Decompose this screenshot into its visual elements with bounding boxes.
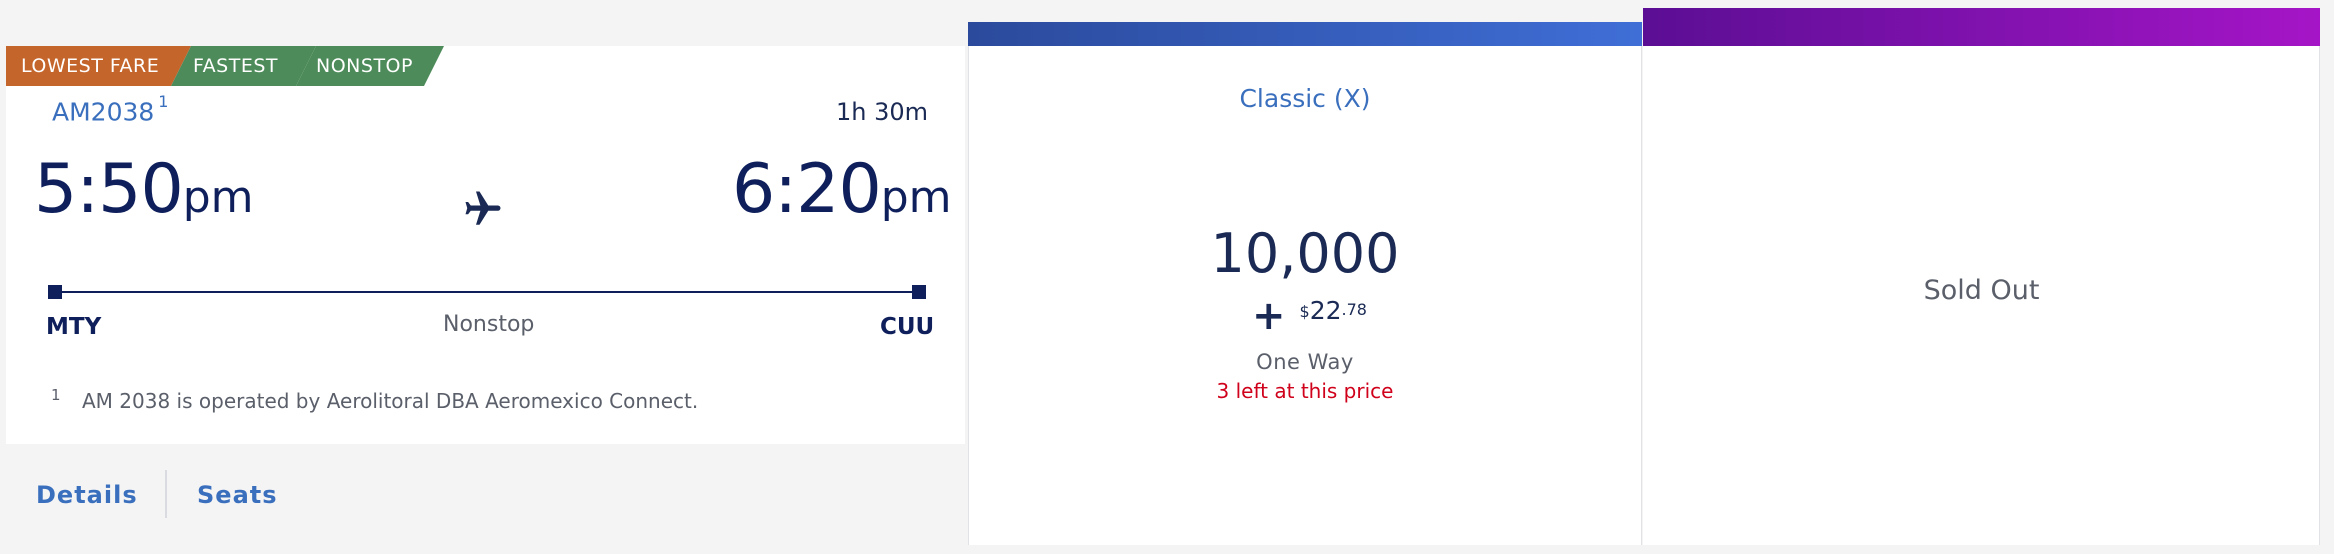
origin-marker	[48, 285, 62, 299]
trip-type: One Way	[1256, 350, 1354, 374]
seats-left-alert: 3 left at this price	[1216, 379, 1394, 403]
departure-time: 5:50pm	[34, 150, 254, 229]
flight-number[interactable]: AM2038	[52, 97, 154, 126]
badge-fastest: FASTEST	[171, 46, 316, 86]
currency-symbol: $	[1299, 302, 1310, 321]
fare-amount-whole: 22	[1309, 296, 1342, 325]
departure-ampm: pm	[182, 172, 254, 223]
sold-out-label: Sold Out	[1923, 275, 2040, 306]
flight-badges: LOWEST FARE FASTEST NONSTOP	[6, 46, 444, 86]
arrival-ampm: pm	[880, 172, 952, 223]
footnote-text: AM 2038 is operated by Aerolitoral DBA A…	[82, 389, 699, 413]
fare-header-bar-classic	[968, 22, 1642, 46]
destination-airport: CUU	[880, 314, 935, 340]
details-link[interactable]: Details	[36, 481, 138, 509]
fare-taxes: + $ 22 .78	[1252, 296, 1367, 336]
airplane-icon	[465, 191, 501, 225]
seats-link[interactable]: Seats	[197, 481, 278, 509]
footnote-marker: 1	[158, 92, 169, 111]
departure-time-value: 5:50	[34, 150, 184, 229]
flight-number-link[interactable]: AM2038 1	[52, 92, 168, 126]
arrival-time-value: 6:20	[732, 150, 882, 229]
fare-header-bar-premium	[1643, 8, 2320, 46]
fare-amount-cents: .78	[1341, 300, 1367, 319]
plus-icon: +	[1252, 293, 1286, 339]
footnote-number: 1	[51, 386, 61, 404]
badge-nonstop: NONSTOP	[296, 46, 444, 86]
fare-miles: 10,000	[1210, 222, 1400, 285]
route-line	[56, 291, 920, 293]
arrival-time: 6:20pm	[732, 150, 952, 229]
links-divider	[165, 470, 167, 518]
destination-marker	[912, 285, 926, 299]
flight-duration: 1h 30m	[835, 98, 928, 126]
stops-label: Nonstop	[443, 312, 535, 337]
origin-airport: MTY	[46, 314, 102, 340]
badge-lowest-fare: LOWEST FARE	[6, 46, 191, 86]
fare-cabin-label: Classic (X)	[1239, 84, 1371, 113]
flight-card-footer	[6, 444, 965, 545]
